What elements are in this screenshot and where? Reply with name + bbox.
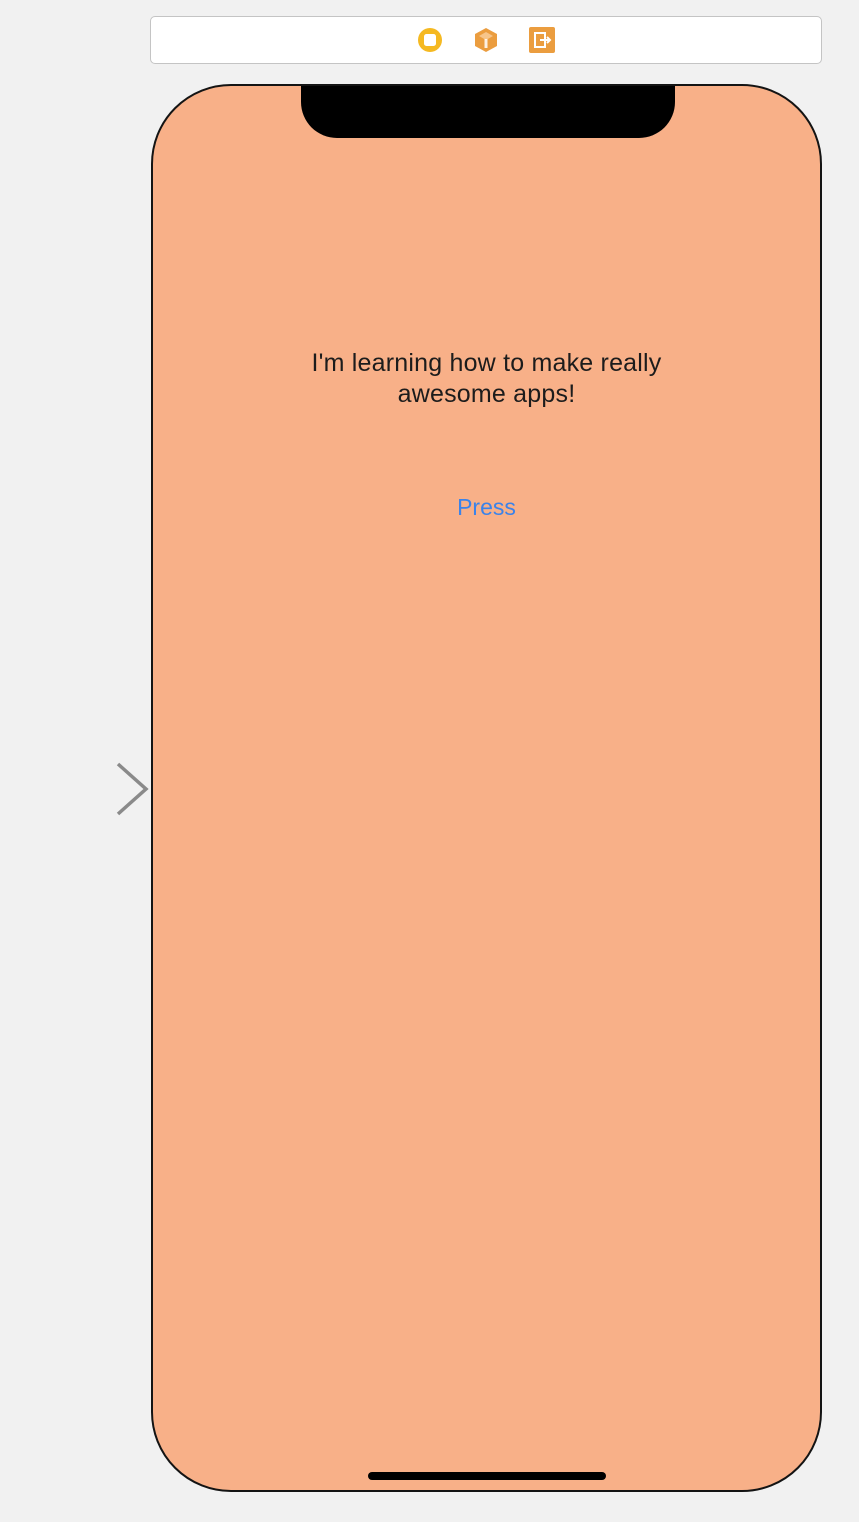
- storyboard-entry-arrow-icon[interactable]: [0, 760, 150, 820]
- press-button[interactable]: Press: [153, 492, 820, 522]
- home-indicator: [368, 1472, 606, 1480]
- main-label-line2: awesome apps!: [397, 380, 576, 408]
- storyboard-canvas: I'm learning how to make really awesome …: [0, 0, 859, 1522]
- iphone-device-frame: I'm learning how to make really awesome …: [151, 84, 822, 1492]
- device-notch: [301, 86, 675, 138]
- main-label-line1: I'm learning how to make really: [311, 349, 662, 377]
- view-controller-icon[interactable]: [417, 27, 443, 53]
- main-label[interactable]: I'm learning how to make really awesome …: [153, 348, 820, 410]
- first-responder-icon[interactable]: [473, 27, 499, 53]
- scene-dock: [150, 16, 822, 64]
- exit-icon[interactable]: [529, 27, 555, 53]
